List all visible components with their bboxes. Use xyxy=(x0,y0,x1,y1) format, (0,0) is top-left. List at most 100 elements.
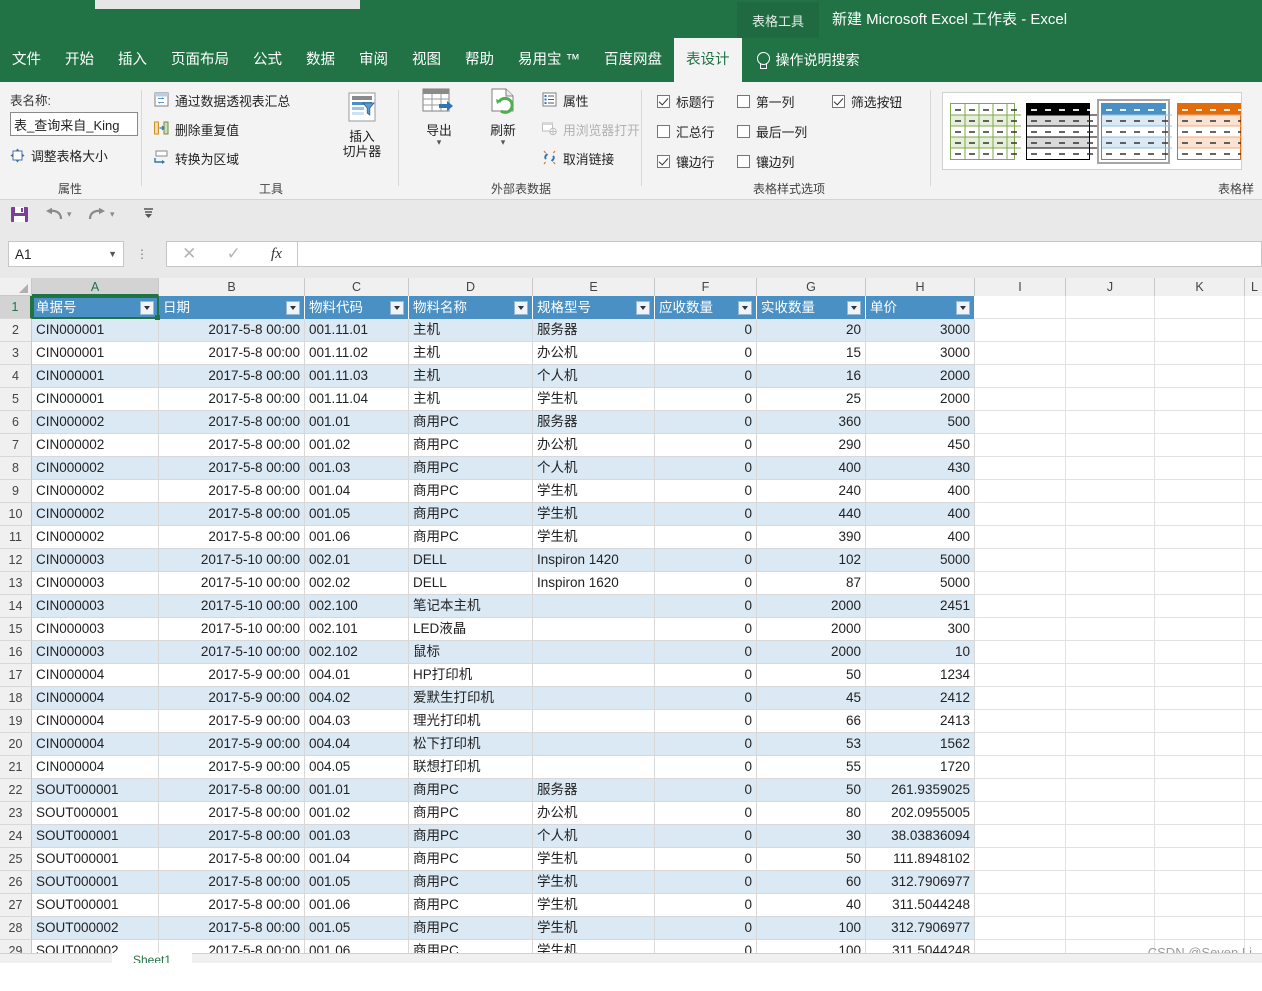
cell[interactable]: 2017-5-10 00:00 xyxy=(159,641,305,664)
column-header-D[interactable]: D xyxy=(409,278,533,296)
empty-cell[interactable] xyxy=(1066,687,1155,710)
cell[interactable]: 学生机 xyxy=(533,480,655,503)
cell[interactable]: 20 xyxy=(757,319,866,342)
cell[interactable]: Inspiron 1620 xyxy=(533,572,655,595)
cell[interactable]: 2017-5-8 00:00 xyxy=(159,480,305,503)
empty-cell[interactable] xyxy=(1066,825,1155,848)
row-header-18[interactable]: 18 xyxy=(0,687,32,710)
empty-cell[interactable] xyxy=(1066,457,1155,480)
cell[interactable]: 商用PC xyxy=(409,871,533,894)
cell[interactable]: 004.02 xyxy=(305,687,409,710)
empty-cell[interactable] xyxy=(1066,296,1155,319)
empty-cell[interactable] xyxy=(1155,848,1245,871)
cell[interactable]: 2413 xyxy=(866,710,975,733)
empty-cell[interactable] xyxy=(975,641,1066,664)
row-header-17[interactable]: 17 xyxy=(0,664,32,687)
empty-cell[interactable] xyxy=(1066,710,1155,733)
cell[interactable]: 2017-5-8 00:00 xyxy=(159,871,305,894)
insert-function-icon[interactable]: fx xyxy=(271,246,282,263)
table-style-black[interactable] xyxy=(1025,102,1097,160)
export-chevron-down-icon[interactable]: ▾ xyxy=(437,138,442,147)
cell[interactable]: 0 xyxy=(655,595,757,618)
refresh-button[interactable]: 刷新 ▾ xyxy=(474,88,532,147)
empty-cell[interactable] xyxy=(975,733,1066,756)
empty-cell[interactable] xyxy=(1155,342,1245,365)
cell[interactable]: 60 xyxy=(757,871,866,894)
tab-yiyongbao[interactable]: 易用宝 ™ xyxy=(506,38,592,82)
empty-cell[interactable] xyxy=(1066,595,1155,618)
cell[interactable]: 2017-5-8 00:00 xyxy=(159,457,305,480)
cell[interactable]: 2000 xyxy=(757,618,866,641)
empty-cell[interactable] xyxy=(975,549,1066,572)
column-header-K[interactable]: K xyxy=(1155,278,1245,296)
cell[interactable]: 商用PC xyxy=(409,434,533,457)
empty-cell[interactable] xyxy=(1245,756,1262,779)
cell[interactable]: 办公机 xyxy=(533,342,655,365)
row-header-16[interactable]: 16 xyxy=(0,641,32,664)
cell[interactable]: 商用PC xyxy=(409,457,533,480)
cell[interactable]: SOUT000001 xyxy=(32,848,159,871)
empty-cell[interactable] xyxy=(1245,802,1262,825)
cell[interactable]: CIN000004 xyxy=(32,710,159,733)
empty-cell[interactable] xyxy=(1245,411,1262,434)
cell[interactable]: 主机 xyxy=(409,365,533,388)
cell[interactable]: 400 xyxy=(866,503,975,526)
cell[interactable]: 360 xyxy=(757,411,866,434)
empty-cell[interactable] xyxy=(1155,710,1245,733)
row-header-20[interactable]: 20 xyxy=(0,733,32,756)
customize-qat-icon[interactable] xyxy=(142,207,155,222)
cell[interactable]: 联想打印机 xyxy=(409,756,533,779)
cell[interactable]: 002.101 xyxy=(305,618,409,641)
undo-chevron-down-icon[interactable]: ▾ xyxy=(67,209,72,220)
cell[interactable]: 0 xyxy=(655,779,757,802)
cell[interactable]: 50 xyxy=(757,664,866,687)
filter-dropdown-icon[interactable] xyxy=(390,300,404,315)
cell[interactable] xyxy=(533,664,655,687)
cell[interactable]: 111.8948102 xyxy=(866,848,975,871)
empty-cell[interactable] xyxy=(1066,480,1155,503)
cell[interactable]: 001.02 xyxy=(305,434,409,457)
cell[interactable]: 001.11.02 xyxy=(305,342,409,365)
option-last-column[interactable]: 最后一列 xyxy=(737,122,807,141)
cell[interactable]: 2017-5-9 00:00 xyxy=(159,733,305,756)
row-header-8[interactable]: 8 xyxy=(0,457,32,480)
empty-cell[interactable] xyxy=(975,388,1066,411)
empty-cell[interactable] xyxy=(1245,917,1262,940)
table-column-header-3[interactable]: 物料代码 xyxy=(305,296,409,319)
cell[interactable]: 3000 xyxy=(866,342,975,365)
cell[interactable]: 5000 xyxy=(866,572,975,595)
remove-duplicates-button[interactable]: 删除重复值 xyxy=(154,120,239,139)
formula-input[interactable] xyxy=(298,241,1262,267)
cell[interactable]: 16 xyxy=(757,365,866,388)
tell-me-search[interactable]: 操作说明搜索 xyxy=(742,38,860,82)
cell[interactable]: 500 xyxy=(866,411,975,434)
empty-cell[interactable] xyxy=(1066,365,1155,388)
formula-bar-grip[interactable]: ⋮ xyxy=(136,248,148,260)
option-filter-button[interactable]: 筛选按钮 xyxy=(832,92,902,111)
cell[interactable]: 001.04 xyxy=(305,848,409,871)
cell[interactable]: 个人机 xyxy=(533,365,655,388)
cell[interactable]: 440 xyxy=(757,503,866,526)
cell[interactable]: 0 xyxy=(655,480,757,503)
cell[interactable]: 2017-5-8 00:00 xyxy=(159,388,305,411)
empty-cell[interactable] xyxy=(1245,480,1262,503)
cell[interactable]: 0 xyxy=(655,848,757,871)
empty-cell[interactable] xyxy=(1155,549,1245,572)
cell[interactable]: 261.9359025 xyxy=(866,779,975,802)
cell[interactable]: 312.7906977 xyxy=(866,871,975,894)
empty-cell[interactable] xyxy=(1245,526,1262,549)
cell[interactable]: 商用PC xyxy=(409,894,533,917)
cell[interactable]: 商用PC xyxy=(409,526,533,549)
empty-cell[interactable] xyxy=(1245,894,1262,917)
table-style-orange[interactable] xyxy=(1176,102,1241,160)
total-row-checkbox[interactable] xyxy=(657,125,670,138)
empty-cell[interactable] xyxy=(1155,296,1245,319)
name-box-chevron-down-icon[interactable]: ▼ xyxy=(108,249,117,259)
empty-cell[interactable] xyxy=(1066,342,1155,365)
filter-dropdown-icon[interactable] xyxy=(738,300,752,315)
empty-cell[interactable] xyxy=(1245,871,1262,894)
cell[interactable]: 2017-5-8 00:00 xyxy=(159,503,305,526)
cell[interactable]: 办公机 xyxy=(533,434,655,457)
cell[interactable]: 2017-5-9 00:00 xyxy=(159,710,305,733)
cell[interactable]: 商用PC xyxy=(409,825,533,848)
